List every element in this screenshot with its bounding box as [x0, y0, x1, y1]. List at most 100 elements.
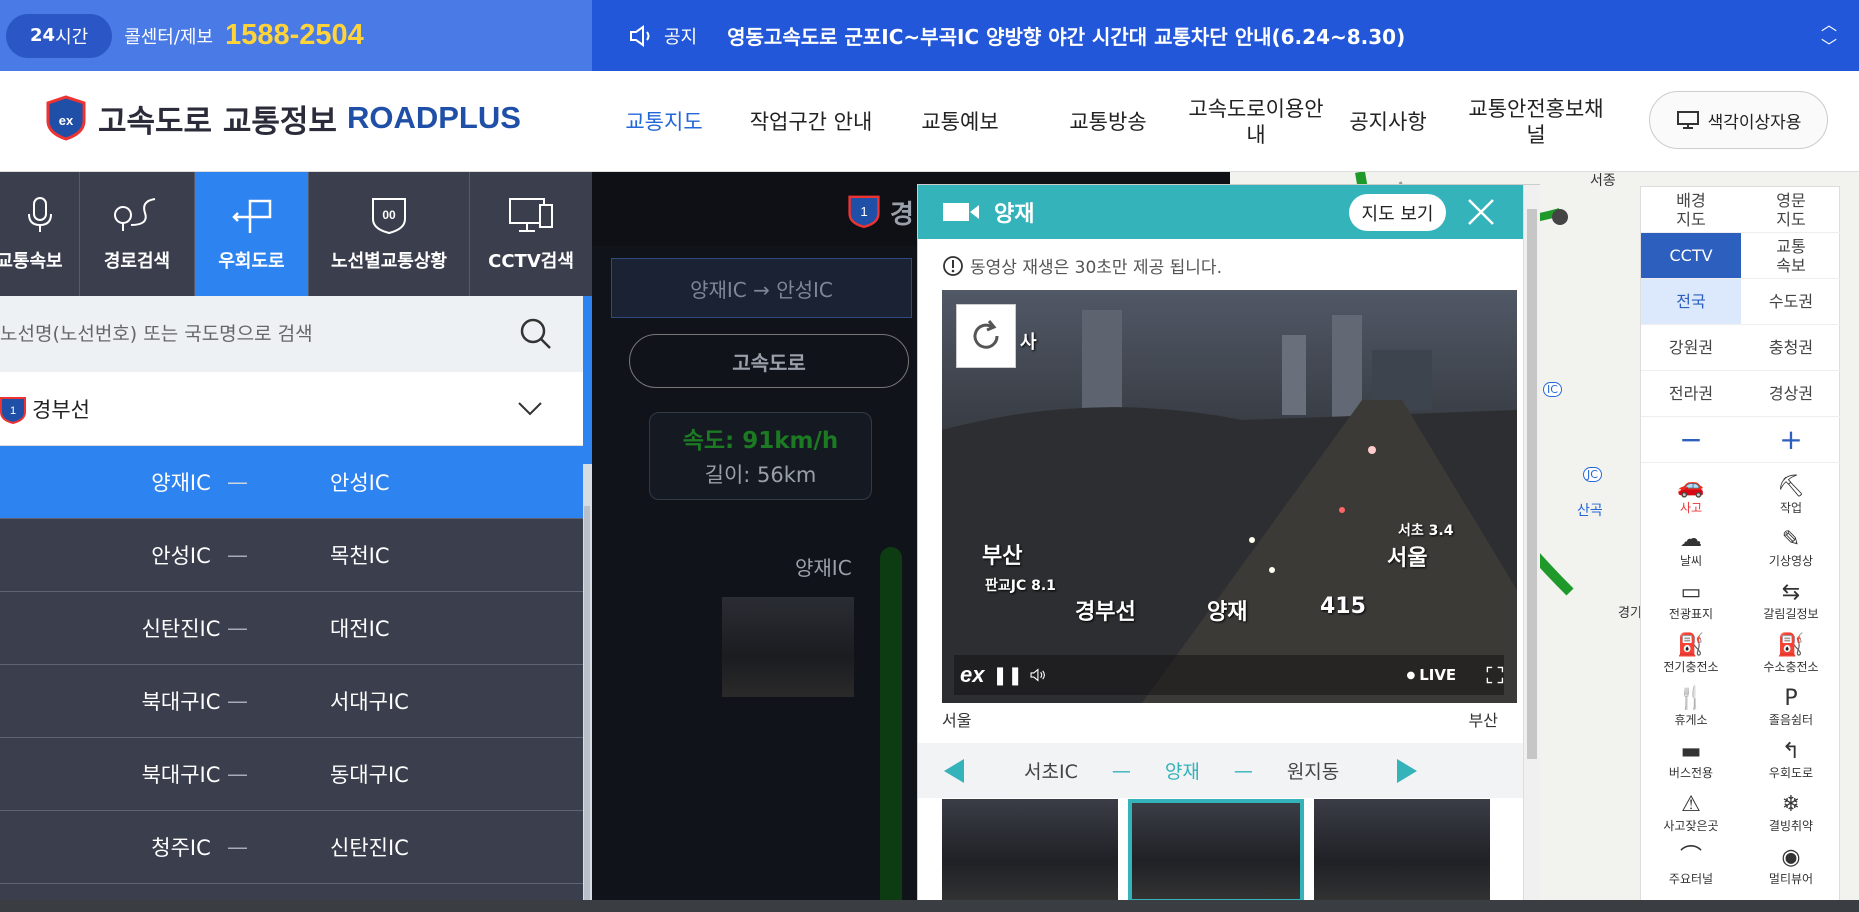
map-control-button[interactable]: 전국 — [1641, 279, 1741, 325]
route-shield-icon: 00 — [372, 198, 406, 235]
camera-thumbnail[interactable] — [1314, 799, 1490, 903]
notice-text[interactable]: 영동고속도로 군포IC~부곡IC 양방향 야간 시간대 교통차단 안내(6.24… — [727, 21, 1405, 50]
next-arrow-icon[interactable] — [1395, 758, 1419, 784]
notice-bar[interactable]: 공지 영동고속도로 군포IC~부곡IC 양방향 야간 시간대 교통차단 안내(6… — [592, 0, 1859, 71]
map-control-button[interactable]: 전라권 — [1641, 371, 1741, 417]
view-map-button[interactable]: 지도 보기 — [1349, 194, 1446, 231]
list-item[interactable]: 신탄진IC — 대전IC — [0, 592, 583, 665]
map-layer-button[interactable]: 🍴 휴게소 — [1641, 681, 1741, 734]
map-control-button[interactable]: 영문 지도 — [1741, 187, 1841, 233]
scroll-thumb[interactable] — [583, 296, 592, 464]
map-control-button[interactable]: 수도권 — [1741, 279, 1841, 325]
close-icon[interactable] — [1466, 197, 1496, 227]
list-item[interactable]: 북대구IC — 동대구IC — [0, 738, 583, 811]
pause-icon[interactable]: ❚❚ — [992, 665, 1022, 686]
camera-navigation: 서초IC — 양재 — 원지동 — [918, 743, 1523, 798]
nav-broadcast[interactable]: 교통방송 — [1052, 109, 1164, 135]
map-layer-button[interactable]: P 졸음쉼터 — [1741, 681, 1841, 734]
list-item[interactable]: 안성IC — 목천IC — [0, 519, 583, 592]
current-camera-label: 양재 — [1164, 761, 1200, 783]
logo[interactable]: ex 고속도로 교통정보 ROADPLUS — [44, 95, 521, 141]
accident-icon: 🚗 — [1677, 474, 1705, 499]
notice-label: 공지 — [664, 26, 698, 48]
camera-thumbnail-selected[interactable] — [1128, 799, 1304, 903]
road-type-button[interactable]: 고속도로 — [629, 334, 909, 388]
nav-traffic-map[interactable]: 교통지도 — [612, 109, 716, 135]
nav-notices[interactable]: 공지사항 — [1338, 109, 1438, 135]
chevron-down-icon — [518, 401, 542, 415]
bottom-bar — [0, 900, 1859, 912]
popup-scroll-thumb[interactable] — [1527, 209, 1537, 759]
chevron-up-icon[interactable]: ︿ — [1821, 14, 1837, 36]
map-layer-button[interactable]: ✎ 기상영상 — [1741, 522, 1841, 575]
tab-route-search[interactable]: 경로검색 — [80, 172, 195, 296]
chevron-down-icon[interactable]: ﹀ — [1821, 36, 1837, 58]
prev-camera-label[interactable]: 서초IC — [1024, 757, 1078, 784]
nav-usage-guide[interactable]: 고속도로이용안내 — [1186, 96, 1326, 148]
speaker-icon — [630, 24, 650, 47]
map-layer-button[interactable]: ❄ 결빙취약 — [1741, 787, 1841, 840]
map-layer-button[interactable]: ⌒ 주요터널 — [1641, 840, 1741, 893]
detour-segment-tab[interactable]: 양재IC → 안성IC — [611, 258, 912, 318]
cctv-video-player[interactable]: 사 부산 서울 서초 3.4 판교JC 8.1 경부선 양재 415 ex ❚❚… — [942, 290, 1517, 703]
refresh-button[interactable] — [956, 304, 1016, 368]
next-camera-label[interactable]: 원지동 — [1287, 757, 1339, 784]
volume-icon[interactable] — [1029, 664, 1047, 686]
route-select[interactable]: 1 경부선 — [0, 372, 583, 446]
map-control-button[interactable]: 강원권 — [1641, 325, 1741, 371]
map-layer-button[interactable]: ⛽ 수소충전소 — [1741, 628, 1841, 681]
ic-badge: IC — [1543, 382, 1562, 397]
map-layer-label: 기상영상 — [1768, 554, 1814, 568]
map-layer-button[interactable]: 🚗 사고 — [1641, 469, 1741, 522]
map-control-button[interactable]: + — [1741, 417, 1841, 463]
tab-detour[interactable]: 우회도로 — [195, 172, 309, 296]
map-layer-button[interactable]: ⇆ 갈림길정보 — [1741, 575, 1841, 628]
main-header: ex 고속도로 교통정보 ROADPLUS 교통지도 작업구간 안내 교통예보 … — [0, 71, 1859, 172]
parking-icon: P — [1784, 686, 1798, 711]
tab-route-traffic[interactable]: 00 노선별교통상황 — [309, 172, 470, 296]
tab-traffic-news[interactable]: 교통속보 — [0, 172, 80, 296]
route-search-input[interactable] — [0, 323, 500, 345]
fullscreen-icon[interactable] — [1486, 662, 1504, 688]
nav-safety-channel[interactable]: 교통안전홍보채널 — [1466, 96, 1606, 148]
map-control-button[interactable]: 배경 지도 — [1641, 187, 1741, 233]
tab-cctv-search[interactable]: CCTV검색 — [470, 172, 592, 296]
map-layer-label: 우회도로 — [1768, 766, 1814, 780]
microphone-icon — [27, 197, 52, 232]
cctv-thumbnail[interactable] — [722, 597, 854, 697]
list-item[interactable]: 양재IC — 안성IC — [0, 446, 583, 519]
nav-forecast[interactable]: 교통예보 — [904, 109, 1016, 135]
map-layer-button[interactable]: ◉ 멀티뷰어 — [1741, 840, 1841, 893]
refresh-icon — [973, 320, 999, 349]
callcenter-number[interactable]: 1588-2504 — [225, 19, 364, 52]
nav-work-zone[interactable]: 작업구간 안내 — [726, 109, 896, 135]
popup-scrollbar[interactable] — [1523, 185, 1540, 903]
map-control-button[interactable]: 충청권 — [1741, 325, 1841, 371]
map-layer-button[interactable]: ☁ 날씨 — [1641, 522, 1741, 575]
map-layer-label: 수소충전소 — [1763, 660, 1819, 674]
map-layer-button[interactable]: ⛏ 작업 — [1741, 469, 1841, 522]
list-item[interactable]: 청주IC — 신탄진IC — [0, 811, 583, 884]
map-layer-button[interactable]: ⛽ 전기충전소 — [1641, 628, 1741, 681]
map-control-button[interactable]: 교통 속보 — [1741, 233, 1841, 279]
map-control-button[interactable]: − — [1641, 417, 1741, 463]
map-control-button[interactable]: CCTV — [1641, 233, 1741, 279]
color-blind-mode-button[interactable]: 색각이상자용 — [1649, 91, 1828, 149]
map-control-button[interactable]: 경상권 — [1741, 371, 1841, 417]
sidebar-scrollbar[interactable] — [583, 296, 592, 912]
search-icon[interactable] — [518, 316, 554, 352]
map-layer-button[interactable]: ▬ 버스전용 — [1641, 734, 1741, 787]
prev-arrow-icon[interactable] — [942, 758, 966, 784]
map-layer-button[interactable]: ▭ 전광표지 — [1641, 575, 1741, 628]
map-layer-button[interactable]: ⚠ 사고잦은곳 — [1641, 787, 1741, 840]
camera-thumbnail[interactable] — [942, 799, 1118, 903]
video-text-number: 415 — [1320, 594, 1366, 619]
live-label: LIVE — [1419, 666, 1457, 684]
map-layer-button[interactable]: ↰ 우회도로 — [1741, 734, 1841, 787]
monitor-icon — [1676, 111, 1699, 129]
route-number: 1 — [10, 405, 16, 417]
live-dot-icon: ● — [1406, 669, 1416, 681]
list-item[interactable]: 북대구IC — 서대구IC — [0, 665, 583, 738]
route-number: 1 — [860, 204, 867, 219]
map-layer-label: 전광표지 — [1668, 607, 1714, 621]
